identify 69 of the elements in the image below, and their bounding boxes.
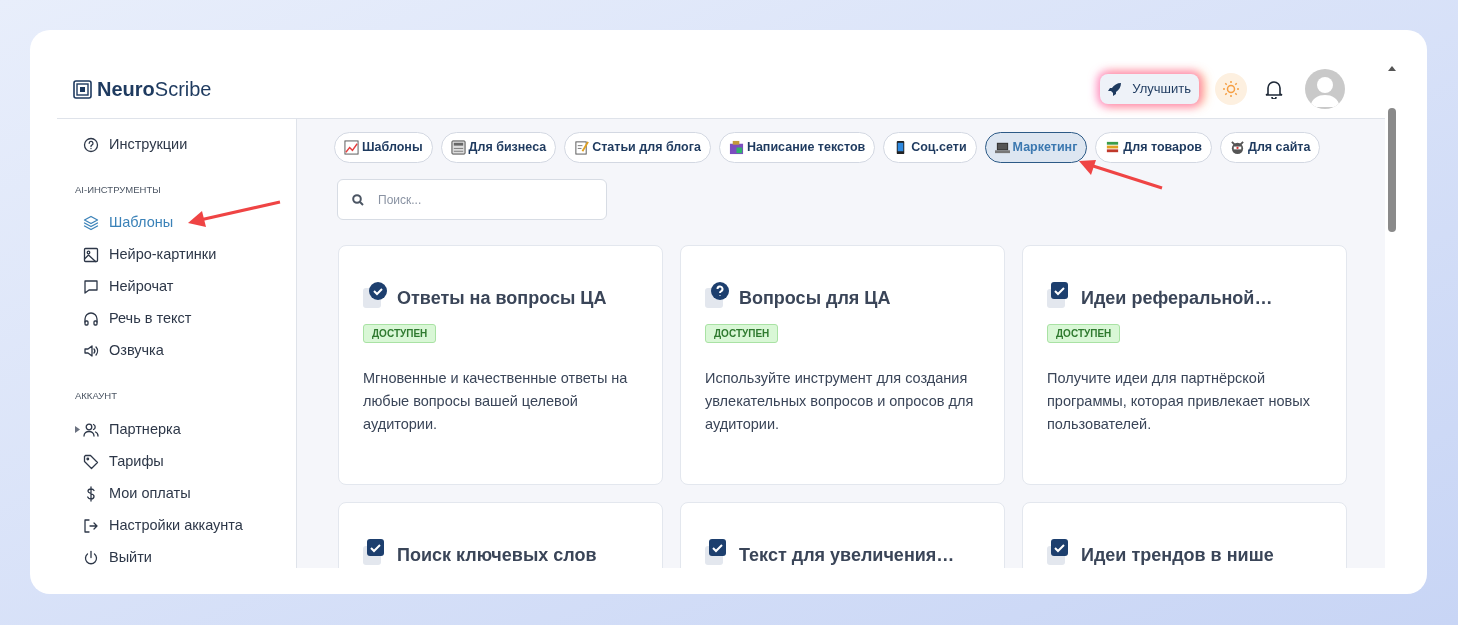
help-icon: [83, 137, 99, 153]
category-chip[interactable]: Для товаров: [1095, 132, 1212, 163]
template-card[interactable]: Ответы на вопросы ЦА ДОСТУПЕН Мгновенные и качественные ответы на любые вопросы вашей целевой аудитории.: [338, 245, 663, 485]
brand-name[interactable]: NeuroScribe: [97, 74, 212, 104]
template-card[interactable]: Текст для увеличения…: [680, 502, 1005, 568]
card-description: Мгновенные и качественные ответы на любые вопросы вашей целевой аудитории.: [363, 369, 629, 434]
search-icon: [352, 194, 364, 206]
template-card[interactable]: Вопросы для ЦА ДОСТУПЕН Используйте инструмент для создания увлекательных вопросов и опросов для аудитории.: [680, 245, 1005, 485]
category-chip[interactable]: Для сайта: [1220, 132, 1321, 163]
sidebar-item[interactable]: Озвучка: [75, 335, 296, 368]
logo-icon: [73, 79, 92, 99]
category-chip[interactable]: Маркетинг: [984, 132, 1088, 163]
image-icon: [83, 247, 99, 264]
emoji-icon: [728, 140, 744, 155]
sidebar-item[interactable]: Партнерка: [75, 413, 296, 446]
emoji-icon: [574, 140, 590, 155]
emoji-icon: [344, 140, 359, 155]
sidebar-item[interactable]: Тарифы: [75, 445, 296, 478]
status-badge: ДОСТУПЕН: [363, 324, 437, 343]
sidebar-item[interactable]: Выйти: [75, 541, 296, 568]
status-badge: ДОСТУПЕН: [705, 324, 779, 343]
template-card[interactable]: Идеи реферальной… ДОСТУПЕН Получите идеи для партнёрской программы, которая привлекает новых пользователей.: [1022, 245, 1347, 485]
sun-icon: [1222, 80, 1240, 98]
card-title: Поиск ключевых слов: [397, 544, 597, 567]
template-card[interactable]: Поиск ключевых слов: [338, 502, 663, 568]
template-card[interactable]: Идеи трендов в нише: [1022, 502, 1347, 568]
notification-bell-icon[interactable]: [1265, 79, 1283, 99]
category-chip[interactable]: Для бизнеса: [440, 132, 557, 163]
emoji-icon: [994, 140, 1010, 155]
sidebar-item[interactable]: Настройки аккаунта: [75, 509, 296, 542]
card-title: Ответы на вопросы ЦА: [397, 287, 607, 310]
caret-icon[interactable]: [75, 426, 80, 433]
card-description: Используйте инструмент для создания увлекательных вопросов и опросов для аудитории.: [705, 369, 975, 434]
section-title: AI-ИНСТРУМЕНТЫ: [75, 183, 162, 197]
headphones-icon: [83, 311, 99, 328]
sidebar-item[interactable]: Речь в текст: [75, 303, 296, 336]
category-chip[interactable]: Написание текстов: [718, 132, 876, 163]
sidebar-item[interactable]: Нейрочат: [75, 271, 296, 304]
sidebar-item[interactable]: Инструкции: [75, 129, 296, 161]
card-title: Вопросы для ЦА: [739, 287, 891, 310]
emoji-icon: [450, 140, 466, 155]
logout-icon: [83, 517, 99, 534]
status-badge: ДОСТУПЕН: [1047, 324, 1121, 343]
scroll-up-icon[interactable]: [1387, 66, 1396, 71]
upgrade-button[interactable]: Улучшить: [1100, 74, 1199, 104]
users-icon: [83, 421, 99, 438]
layers-icon: [83, 215, 99, 232]
sidebar-item[interactable]: Нейро-картинки: [75, 239, 296, 272]
card-title: Идеи трендов в нише: [1081, 544, 1274, 567]
chat-icon: [83, 279, 99, 296]
section-title: АККАУНТ: [75, 389, 119, 404]
power-icon: [83, 549, 99, 566]
rocket-icon: [1108, 82, 1123, 96]
emoji-icon: [1230, 140, 1245, 155]
check-circle-icon: [363, 282, 389, 310]
scrollbar-thumb[interactable]: [1387, 108, 1396, 232]
category-chip[interactable]: Статьи для блога: [564, 132, 711, 163]
emoji-icon: [1105, 140, 1121, 155]
search-field[interactable]: Поиск...: [337, 179, 607, 220]
card-title: Идеи реферальной…: [1081, 287, 1273, 310]
sidebar-item[interactable]: Мои оплаты: [75, 477, 296, 510]
category-chip[interactable]: Шаблоны: [334, 132, 433, 163]
question-icon: [705, 282, 731, 310]
sidebar-item[interactable]: Шаблоны: [75, 207, 296, 240]
tag-icon: [83, 453, 99, 470]
theme-toggle[interactable]: [1215, 73, 1247, 105]
category-chip[interactable]: Соц.сети: [883, 132, 977, 163]
card-description: Получите идеи для партнёрской программы, которая привлекает новых пользователей.: [1047, 369, 1311, 434]
card-title: Текст для увеличения…: [739, 544, 955, 567]
